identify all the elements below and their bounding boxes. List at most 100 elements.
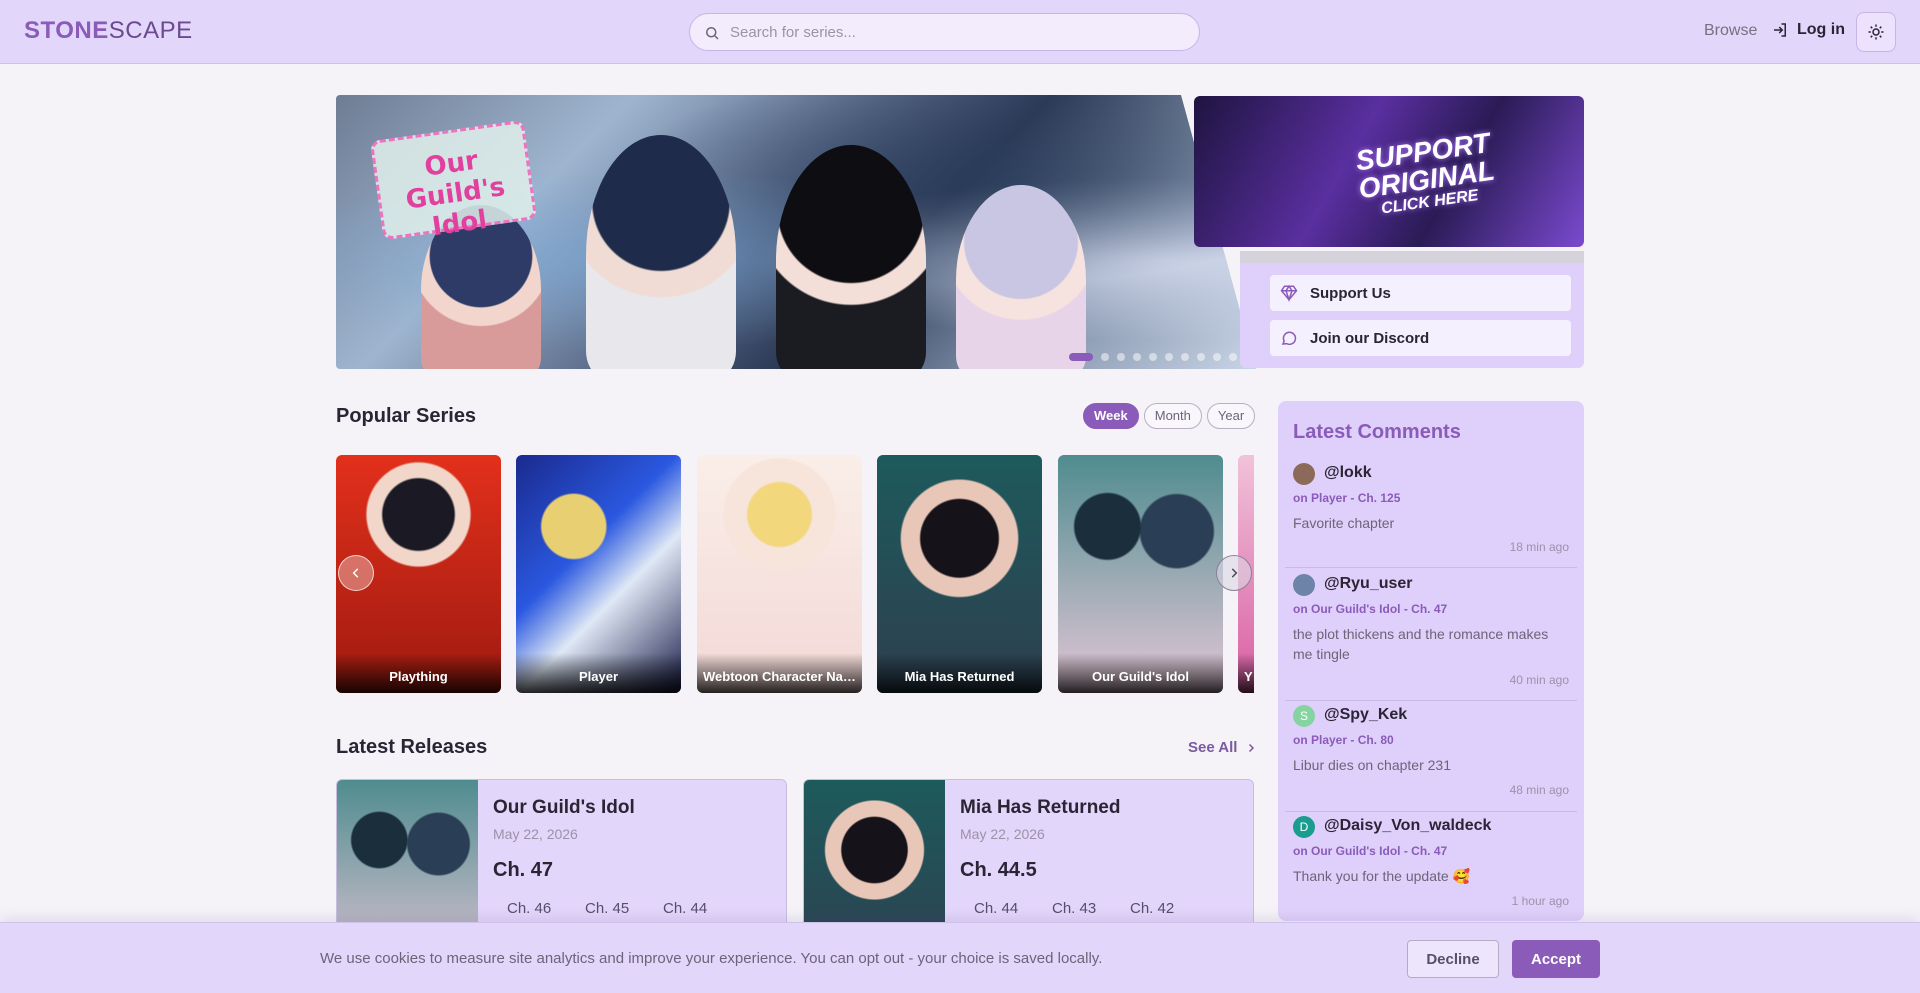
series-card-title: Y <box>1238 653 1254 693</box>
comment-item[interactable]: @lokk on Player - Ch. 125 Favorite chapt… <box>1285 463 1577 568</box>
comment-text: Favorite chapter <box>1293 515 1395 531</box>
login-icon <box>1774 23 1786 37</box>
see-all-label: See All <box>1188 739 1238 756</box>
release-title[interactable]: Mia Has Returned <box>960 797 1120 819</box>
sun-icon <box>1868 24 1884 40</box>
site-header: STONESCAPE Browse Log in <box>0 0 1920 64</box>
filter-year-button[interactable]: Year <box>1206 403 1256 429</box>
comment-username[interactable]: @Ryu_user <box>1324 575 1413 593</box>
comment-context-link[interactable]: on Our Guild's Idol - Ch. 47 <box>1293 602 1447 616</box>
series-card[interactable]: Webtoon Character Na Kang Lim <box>697 455 862 693</box>
search-bar[interactable] <box>689 13 1200 51</box>
latest-comments-panel: Latest Comments @lokk on Player - Ch. 12… <box>1278 401 1584 921</box>
comment-context-link[interactable]: on Player - Ch. 80 <box>1293 733 1394 747</box>
carousel-dot[interactable] <box>1069 353 1093 361</box>
comment-context-link[interactable]: on Player - Ch. 125 <box>1293 491 1400 505</box>
series-card-title: Mia Has Returned <box>877 653 1042 693</box>
carousel-dot[interactable] <box>1229 353 1237 361</box>
filter-week-button[interactable]: Week <box>1083 403 1139 429</box>
decline-button[interactable]: Decline <box>1407 940 1499 978</box>
carousel-next-button[interactable] <box>1216 555 1252 591</box>
chapter-link[interactable]: Ch. 44 <box>960 900 1038 917</box>
login-label: Log in <box>1797 21 1845 38</box>
hero-series-logo: Our Guild's Idol <box>369 119 538 242</box>
divider <box>1240 251 1584 263</box>
avatar[interactable] <box>1293 574 1315 596</box>
comment-item[interactable]: @Ryu_user on Our Guild's Idol - Ch. 47 t… <box>1285 574 1577 701</box>
support-us-button[interactable]: Support Us <box>1270 275 1571 311</box>
avatar[interactable] <box>1293 463 1315 485</box>
release-date: May 22, 2026 <box>493 826 578 842</box>
carousel-prev-button[interactable] <box>338 555 374 591</box>
carousel-dot[interactable] <box>1149 353 1157 361</box>
chevron-left-icon <box>352 568 359 578</box>
comment-item[interactable]: D @Daisy_Von_waldeck on Our Guild's Idol… <box>1285 816 1577 921</box>
accept-button[interactable]: Accept <box>1512 940 1600 978</box>
period-filter: Week Month Year <box>1083 403 1256 429</box>
chapter-link[interactable]: Ch. 44 <box>649 900 727 917</box>
chapter-link[interactable]: Ch. 43 <box>1038 900 1116 917</box>
popular-series-heading: Popular Series <box>336 405 477 427</box>
latest-releases-heading: Latest Releases <box>336 736 488 758</box>
comment-username[interactable]: @Daisy_Von_waldeck <box>1324 817 1491 835</box>
avatar[interactable]: D <box>1293 816 1315 838</box>
release-previous-chapters: Ch. 46 Ch. 45 Ch. 44 <box>493 900 727 917</box>
release-latest-chapter[interactable]: Ch. 47 <box>493 859 553 882</box>
latest-comments-heading: Latest Comments <box>1293 421 1461 443</box>
site-logo[interactable]: STONESCAPE <box>24 17 193 45</box>
browse-link[interactable]: Browse <box>1704 22 1757 40</box>
carousel-dot[interactable] <box>1133 353 1141 361</box>
chapter-link[interactable]: Ch. 46 <box>493 900 571 917</box>
comment-context-link[interactable]: on Our Guild's Idol - Ch. 47 <box>1293 844 1447 858</box>
search-icon <box>706 27 719 40</box>
chapter-link[interactable]: Ch. 42 <box>1116 900 1194 917</box>
hero-carousel[interactable]: Our Guild's Idol <box>336 95 1256 369</box>
carousel-dot[interactable] <box>1197 353 1205 361</box>
carousel-dot[interactable] <box>1181 353 1189 361</box>
comment-text: the plot thickens and the romance makes … <box>1293 626 1549 662</box>
comment-username[interactable]: @lokk <box>1324 464 1372 482</box>
release-title[interactable]: Our Guild's Idol <box>493 797 635 819</box>
comment-timestamp: 1 hour ago <box>1511 894 1569 908</box>
comment-item[interactable]: S @Spy_Kek on Player - Ch. 80 Libur dies… <box>1285 705 1577 812</box>
series-card[interactable]: Player <box>516 455 681 693</box>
discord-button[interactable]: Join our Discord <box>1270 320 1571 356</box>
chevron-right-icon <box>1249 743 1255 752</box>
chat-bubble-icon <box>1281 331 1297 345</box>
chapter-link[interactable]: Ch. 45 <box>571 900 649 917</box>
comment-timestamp: 40 min ago <box>1509 673 1569 687</box>
filter-month-button[interactable]: Month <box>1143 403 1202 429</box>
avatar[interactable]: S <box>1293 705 1315 727</box>
login-button[interactable]: Log in <box>1771 21 1845 39</box>
carousel-dot[interactable] <box>1117 353 1125 361</box>
discord-label: Join our Discord <box>1310 329 1430 347</box>
release-latest-chapter[interactable]: Ch. 44.5 <box>960 859 1037 882</box>
series-card[interactable]: Mia Has Returned <box>877 455 1042 693</box>
support-us-label: Support Us <box>1310 284 1391 302</box>
carousel-dot[interactable] <box>1101 353 1109 361</box>
promo-text: SUPPORT ORIGINAL CLICK HERE <box>1353 126 1497 218</box>
comment-text: Thank you for the update 🥰 <box>1293 868 1470 884</box>
series-card-title: Webtoon Character Na Kang Lim <box>697 653 862 693</box>
carousel-dot[interactable] <box>1213 353 1221 361</box>
diamond-icon <box>1280 284 1298 302</box>
comment-username[interactable]: @Spy_Kek <box>1324 706 1407 724</box>
series-card-title: Player <box>516 653 681 693</box>
support-original-banner[interactable]: SUPPORT ORIGINAL CLICK HERE <box>1194 96 1584 247</box>
comment-text: Libur dies on chapter 231 <box>1293 757 1451 773</box>
comment-timestamp: 18 min ago <box>1509 540 1569 554</box>
comment-timestamp: 48 min ago <box>1509 783 1569 797</box>
hero-character-art <box>586 135 736 369</box>
cookie-message: We use cookies to measure site analytics… <box>320 950 1103 967</box>
hero-character-art <box>956 185 1086 369</box>
see-all-link[interactable]: See All <box>1188 739 1257 756</box>
search-input[interactable] <box>730 14 1190 50</box>
popular-series-carousel: Plaything Player Webtoon Character Na Ka… <box>336 455 1254 693</box>
cookie-consent-bar: We use cookies to measure site analytics… <box>0 922 1920 993</box>
carousel-dot[interactable] <box>1165 353 1173 361</box>
series-card-title: Plaything <box>336 653 501 693</box>
theme-toggle-button[interactable] <box>1856 12 1896 52</box>
series-card-title: Our Guild's Idol <box>1058 653 1223 693</box>
chevron-right-icon <box>1231 568 1238 578</box>
series-card[interactable]: Our Guild's Idol <box>1058 455 1223 693</box>
